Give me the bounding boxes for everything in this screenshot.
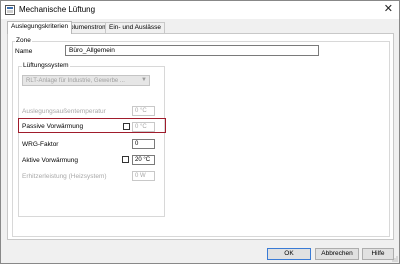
aktive-vorwaermung-label: Aktive Vorwärmung [22, 157, 78, 164]
auslegungsaussentemperatur-field: 0 °C [132, 106, 155, 116]
chevron-down-icon: ▼ [141, 77, 147, 83]
help-button[interactable]: Hilfe [362, 248, 394, 260]
passive-vorwaermung-field: 0 °C [132, 122, 155, 132]
name-label: Name [15, 48, 33, 55]
title-bar: Mechanische Lüftung ✕ [1, 1, 399, 19]
system-select-value: RLT-Anlage für Industrie, Gewerbe ... [26, 78, 125, 84]
system-select[interactable]: RLT-Anlage für Industrie, Gewerbe ... ▼ [22, 75, 150, 86]
erhitzerleistung-label: Erhitzerleistung (Heizsystem) [22, 173, 107, 180]
name-input[interactable]: Büro_Allgemein [65, 45, 319, 56]
cancel-button[interactable]: Abbrechen [315, 248, 359, 260]
dialog-footer: OK Abbrechen Hilfe [1, 241, 399, 263]
wrg-faktor-label: WRG-Faktor [22, 141, 59, 148]
wrg-faktor-field[interactable]: 0 [132, 139, 155, 149]
dialog-window: Mechanische Lüftung ✕ Auslegungskriterie… [0, 0, 400, 264]
tab-auslegungskriterien[interactable]: Auslegungskriterien [7, 21, 73, 34]
ok-button[interactable]: OK [267, 248, 311, 260]
zone-group-label: Zone [15, 37, 32, 44]
aktive-vorwaermung-checkbox[interactable] [122, 156, 129, 163]
close-icon[interactable]: ✕ [384, 3, 393, 15]
resize-grip-icon[interactable] [392, 256, 398, 262]
erhitzerleistung-field: 0 W [132, 171, 155, 181]
window-title: Mechanische Lüftung [19, 5, 96, 14]
app-window-icon [5, 5, 15, 15]
tab-ein-und-auslaesse[interactable]: Ein- und Auslässe [105, 22, 166, 33]
auslegungsaussentemperatur-label: Auslegungsaußentemperatur [22, 108, 106, 115]
lueftungssystem-group-label: Lüftungssystem [22, 62, 70, 69]
passive-vorwaermung-label: Passive Vorwärmung [22, 123, 84, 130]
passive-vorwaermung-checkbox[interactable] [123, 123, 130, 130]
aktive-vorwaermung-field[interactable]: 20 °C [132, 155, 155, 165]
tab-page-auslegungskriterien: Zone Name Büro_Allgemein Lüftungssystem … [7, 33, 394, 240]
